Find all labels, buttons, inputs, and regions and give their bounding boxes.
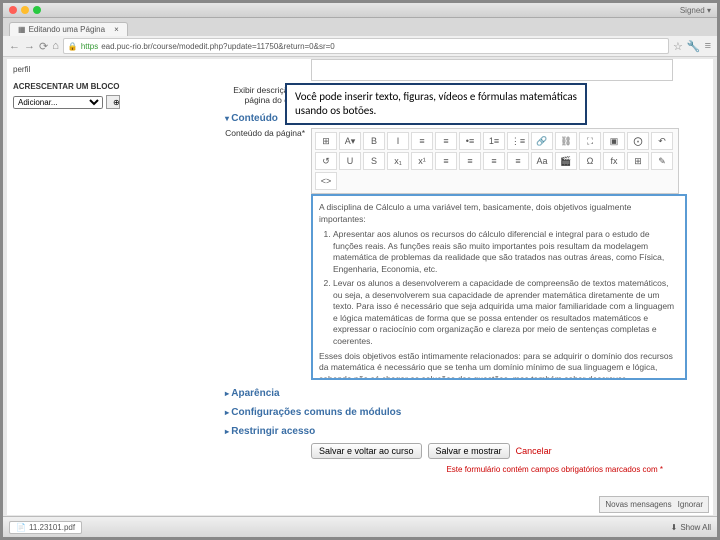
download-item[interactable]: 📄11.23101.pdf bbox=[9, 521, 82, 534]
tool-html[interactable]: <> bbox=[315, 172, 337, 190]
tool-0[interactable]: ⊞ bbox=[315, 132, 337, 150]
tool-ol[interactable]: 1≡ bbox=[483, 132, 505, 150]
tool-bold[interactable]: B bbox=[363, 132, 385, 150]
url-scheme: https bbox=[81, 42, 98, 51]
pdf-icon: 📄 bbox=[16, 523, 26, 532]
url-text: ead.puc-rio.br/course/modedit.php?update… bbox=[101, 42, 335, 51]
tool-sup[interactable]: x¹ bbox=[411, 152, 433, 170]
account-menu[interactable]: Signed ▾ bbox=[680, 6, 711, 15]
maximize-icon[interactable] bbox=[33, 6, 41, 14]
sidebar-block-head: ACRESCENTAR UM BLOCO bbox=[13, 82, 163, 91]
add-block-select[interactable]: Adicionar... bbox=[13, 96, 103, 109]
tool-media[interactable]: 🎬 bbox=[555, 152, 577, 170]
required-note: Este formulário contém campos obrigatóri… bbox=[225, 465, 663, 474]
star-icon[interactable]: ☆ bbox=[673, 40, 683, 53]
tool-link[interactable]: 🔗 bbox=[531, 132, 553, 150]
close-icon[interactable] bbox=[9, 6, 17, 14]
tool-font[interactable]: Aa bbox=[531, 152, 553, 170]
tool-ul[interactable]: •≡ bbox=[459, 132, 481, 150]
page-body: perfil ACRESCENTAR UM BLOCO Adicionar...… bbox=[7, 59, 713, 515]
tool-ar[interactable]: ≡ bbox=[483, 152, 505, 170]
tool-1[interactable]: A▾ bbox=[339, 132, 361, 150]
tool-table[interactable]: ⊞ bbox=[627, 152, 649, 170]
show-all-downloads[interactable]: ⬇Show All bbox=[671, 523, 711, 532]
annotation-callout: Você pode inserir texto, figuras, vídeos… bbox=[285, 83, 587, 125]
notification-toast: Novas mensagens Ignorar bbox=[599, 496, 709, 513]
tool-italic[interactable]: I bbox=[387, 132, 409, 150]
url-bar: ← → ⟳ ⌂ 🔒 https ead.puc-rio.br/course/mo… bbox=[3, 36, 717, 57]
cancel-link[interactable]: Cancelar bbox=[516, 446, 552, 456]
sidebar-link-perfil[interactable]: perfil bbox=[13, 65, 163, 74]
tab-page[interactable]: ▦Editando uma Página × bbox=[9, 22, 128, 36]
save-show-button[interactable]: Salvar e mostrar bbox=[428, 443, 510, 459]
description-box[interactable] bbox=[311, 59, 673, 81]
tool-al[interactable]: ≡ bbox=[435, 152, 457, 170]
tool-undo[interactable]: ↶ bbox=[651, 132, 673, 150]
tab-close-icon[interactable]: × bbox=[114, 25, 119, 34]
label-conteudo-pagina: Conteúdo da página* bbox=[225, 128, 311, 138]
downloads-bar: 📄11.23101.pdf ⬇Show All bbox=[3, 516, 717, 537]
tool-strike[interactable]: S bbox=[363, 152, 385, 170]
tool-8[interactable]: ⋮≡ bbox=[507, 132, 529, 150]
reload-icon[interactable]: ⟳ bbox=[39, 40, 48, 53]
section-config[interactable]: Configurações comuns de módulos bbox=[225, 407, 703, 418]
notif-ignore[interactable]: Ignorar bbox=[678, 500, 703, 509]
tool-unlink[interactable]: ⛓ bbox=[555, 132, 577, 150]
editor-li2: Levar os alunos a desenvolverem a capaci… bbox=[333, 278, 679, 347]
tool-clear[interactable]: ✎ bbox=[651, 152, 673, 170]
form-actions: Salvar e voltar ao curso Salvar e mostra… bbox=[311, 443, 703, 459]
sidebar: perfil ACRESCENTAR UM BLOCO Adicionar...… bbox=[7, 59, 169, 515]
notif-text: Novas mensagens bbox=[605, 500, 671, 509]
menu-icon[interactable]: ≡ bbox=[705, 40, 711, 52]
content-editor[interactable]: A disciplina de Cálculo a uma variável t… bbox=[311, 194, 687, 380]
save-return-button[interactable]: Salvar e voltar ao curso bbox=[311, 443, 422, 459]
tool-underline[interactable]: U bbox=[339, 152, 361, 170]
editor-outro: Esses dois objetivos estão intimamente r… bbox=[319, 351, 679, 380]
section-restringir[interactable]: Restringir acesso bbox=[225, 426, 703, 437]
address-input[interactable]: 🔒 https ead.puc-rio.br/course/modedit.ph… bbox=[63, 38, 669, 54]
lock-icon: 🔒 bbox=[68, 42, 78, 51]
editor-li1: Apresentar aos alunos os recursos do cál… bbox=[333, 229, 679, 275]
tool-char[interactable]: Ω bbox=[579, 152, 601, 170]
minimize-icon[interactable] bbox=[21, 6, 29, 14]
home-icon[interactable]: ⌂ bbox=[52, 40, 59, 52]
tool-5[interactable]: ≡ bbox=[435, 132, 457, 150]
titlebar: Signed ▾ bbox=[3, 3, 717, 18]
sidebar-add-block: Adicionar... ⊕ bbox=[13, 95, 163, 109]
tool-image[interactable]: ▣ bbox=[603, 132, 625, 150]
tool-4[interactable]: ≡ bbox=[411, 132, 433, 150]
show-all-label: Show All bbox=[680, 523, 711, 532]
editor-toolbar: ⊞ A▾ B I ≡ ≡ •≡ 1≡ ⋮≡ 🔗 ⛓ ⛶ ▣ ⨀ bbox=[311, 128, 679, 194]
tab-strip: ▦Editando uma Página × bbox=[3, 18, 717, 36]
tool-ac[interactable]: ≡ bbox=[459, 152, 481, 170]
add-block-button[interactable]: ⊕ bbox=[106, 95, 120, 109]
tool-13[interactable]: ⨀ bbox=[627, 132, 649, 150]
tool-redo[interactable]: ↺ bbox=[315, 152, 337, 170]
wrench-icon[interactable]: 🔧 bbox=[687, 40, 701, 53]
section-aparencia[interactable]: Aparência bbox=[225, 388, 703, 399]
editor-intro: A disciplina de Cálculo a uma variável t… bbox=[319, 202, 679, 225]
back-icon[interactable]: ← bbox=[9, 40, 20, 52]
tool-aj[interactable]: ≡ bbox=[507, 152, 529, 170]
tool-sub[interactable]: x₁ bbox=[387, 152, 409, 170]
download-icon: ⬇ bbox=[671, 523, 678, 532]
main-form: Exibir descrição na página do curso ? Vo… bbox=[169, 59, 713, 515]
tab-title: Editando uma Página bbox=[29, 25, 106, 34]
tool-11[interactable]: ⛶ bbox=[579, 132, 601, 150]
tool-equation[interactable]: fx bbox=[603, 152, 625, 170]
browser-window: Signed ▾ ▦Editando uma Página × ← → ⟳ ⌂ 🔒… bbox=[0, 0, 720, 540]
tab-favicon: ▦ bbox=[18, 25, 26, 34]
download-filename: 11.23101.pdf bbox=[29, 523, 75, 532]
forward-icon[interactable]: → bbox=[24, 40, 35, 52]
